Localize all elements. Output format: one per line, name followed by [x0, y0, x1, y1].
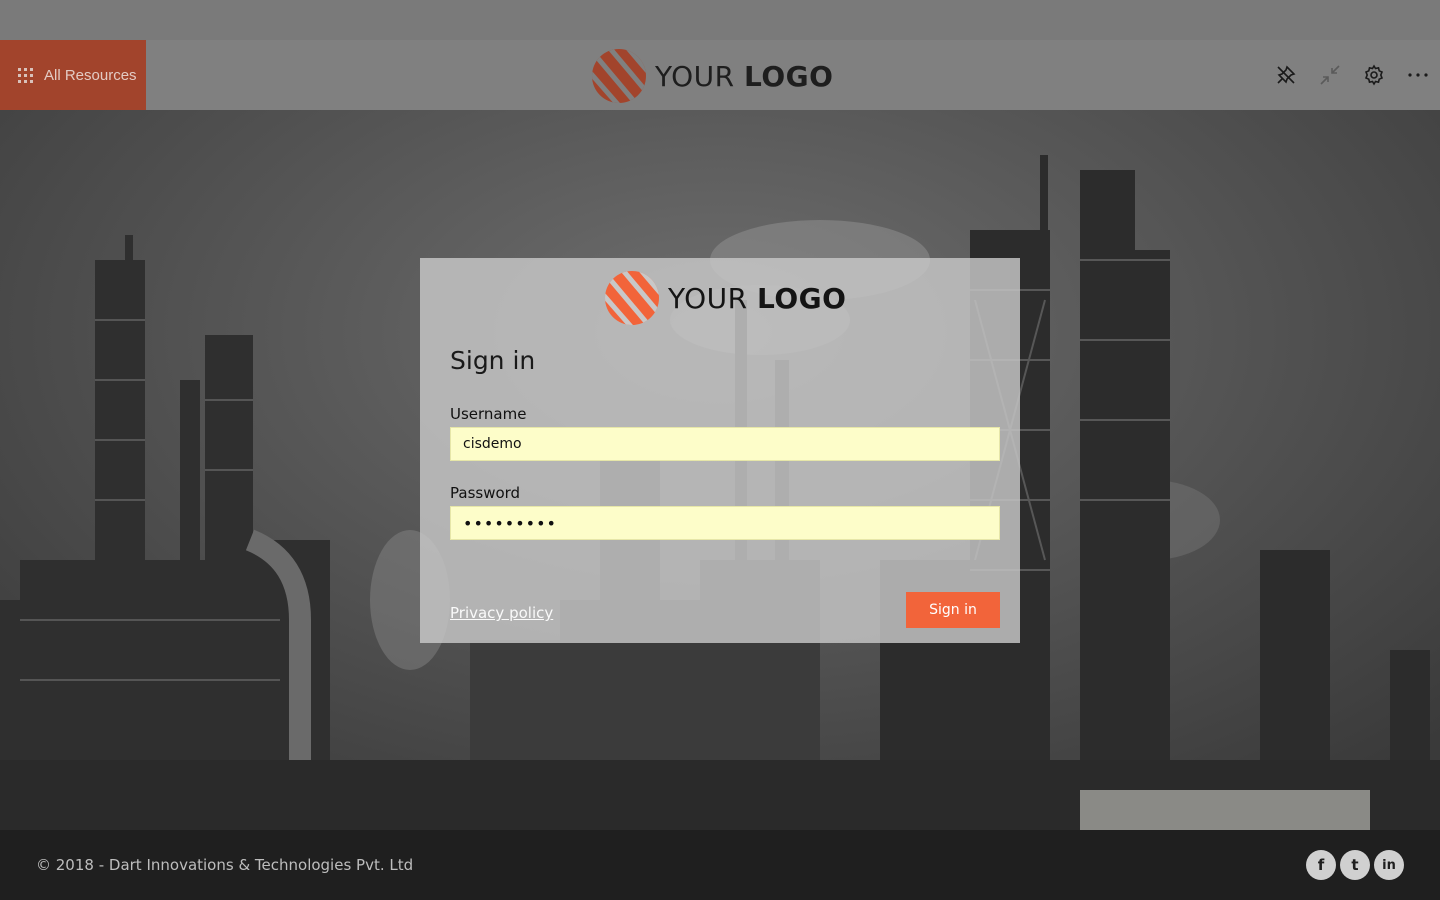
- footer: © 2018 - Dart Innovations & Technologies…: [0, 830, 1440, 900]
- pin-button[interactable]: [1264, 53, 1308, 97]
- logo-mark-icon: [592, 49, 646, 103]
- username-field[interactable]: [450, 427, 1000, 461]
- social-links: f t in: [1306, 850, 1404, 880]
- password-label: Password: [450, 484, 521, 502]
- logo-text-bold: LOGO: [743, 59, 834, 93]
- header-logo: YOUR LOGO: [591, 48, 833, 104]
- privacy-policy-link[interactable]: Privacy policy: [450, 604, 553, 622]
- signin-panel: YOUR LOGO Sign in Username Password Priv…: [420, 258, 1020, 643]
- header-actions: [1264, 40, 1440, 110]
- more-button[interactable]: [1396, 53, 1440, 97]
- logo-mark-icon: [605, 271, 659, 325]
- password-field[interactable]: [450, 506, 1000, 540]
- username-label: Username: [450, 405, 527, 423]
- copyright-text: © 2018 - Dart Innovations & Technologies…: [36, 856, 414, 874]
- collapse-icon: [1320, 65, 1340, 85]
- twitter-icon[interactable]: t: [1340, 850, 1370, 880]
- all-resources-label: All Resources: [44, 66, 137, 84]
- logo-text-bold: LOGO: [756, 281, 847, 315]
- settings-button[interactable]: [1352, 53, 1396, 97]
- header-bar: All Resources YOUR LOGO: [0, 40, 1440, 110]
- linkedin-icon[interactable]: in: [1374, 850, 1404, 880]
- more-icon: [1408, 73, 1428, 77]
- top-strip: [0, 0, 1440, 40]
- all-resources-button[interactable]: All Resources: [0, 40, 146, 110]
- pin-icon: [1277, 65, 1296, 84]
- collapse-button[interactable]: [1308, 53, 1352, 97]
- signin-title: Sign in: [450, 346, 536, 375]
- facebook-icon[interactable]: f: [1306, 850, 1336, 880]
- signin-logo: YOUR LOGO: [604, 270, 846, 326]
- logo-text-light: YOUR: [655, 59, 744, 93]
- waffle-icon: [18, 67, 33, 83]
- signin-button[interactable]: Sign in: [906, 592, 1000, 628]
- gear-icon: [1364, 64, 1384, 86]
- logo-text-light: YOUR: [668, 281, 757, 315]
